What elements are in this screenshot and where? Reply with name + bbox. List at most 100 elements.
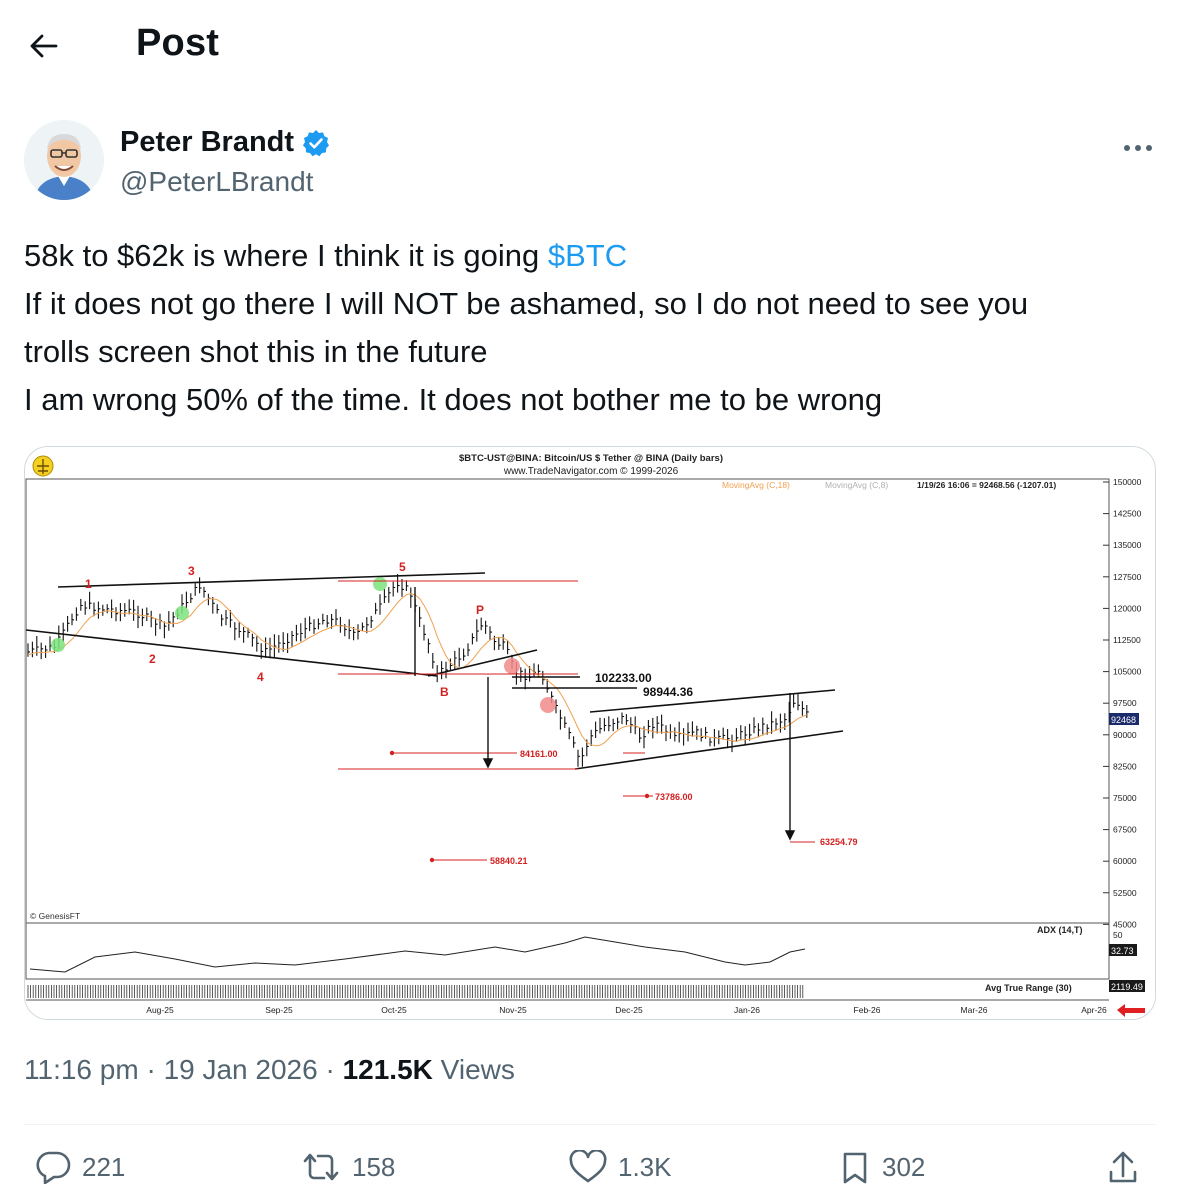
date-axis-label: Feb-26 (854, 1005, 881, 1015)
price-axis-label: 135000 (1113, 540, 1142, 550)
level-58840: 58840.21 (490, 856, 528, 866)
ma2-label: MovingAvg (C,8) (825, 480, 888, 490)
bookmark-count: 302 (882, 1151, 926, 1182)
sell-signal-dot (540, 697, 556, 713)
repost-count: 158 (352, 1151, 396, 1182)
heart-icon (569, 1150, 607, 1183)
price-axis-label: 60000 (1113, 856, 1137, 866)
bookmark-icon (843, 1152, 867, 1184)
price-axis-label: 142500 (1113, 509, 1142, 519)
meta-separator: · (138, 1054, 164, 1085)
price-axis-label: 45000 (1113, 919, 1137, 929)
like-count: 1.3K (618, 1151, 672, 1182)
views-count[interactable]: 121.5K (343, 1054, 433, 1085)
reply-icon (36, 1151, 71, 1184)
chart-image[interactable]: $BTC-UST@BINA: Bitcoin/US $ Tether @ BIN… (24, 446, 1156, 1020)
price-axis-label: 112500 (1113, 635, 1141, 645)
price-axis-label: 105000 (1113, 667, 1142, 677)
buy-signal-dot (373, 577, 387, 591)
adx-axis-label: 50 (1113, 930, 1123, 940)
price-axis-label: 52500 (1113, 888, 1137, 898)
bookmark-button[interactable]: 302 (838, 1150, 925, 1184)
chart-header-line-1: $BTC-UST@BINA: Bitcoin/US $ Tether @ BIN… (459, 453, 723, 464)
verified-badge-icon[interactable] (302, 129, 330, 157)
wave-label-2: 2 (149, 652, 156, 666)
adx-value-tag: 32.73 (1111, 946, 1134, 956)
date-axis-label: Jan-26 (734, 1005, 760, 1015)
avatar-image (24, 120, 104, 200)
tweet-text: 58k to $62k is where I think it is going… (24, 232, 1164, 424)
price-axis-label: 127500 (1113, 572, 1142, 582)
top-bar: Post (0, 0, 1190, 90)
level-102233: 102233.00 (595, 671, 652, 685)
tweet-line-1-text: 58k to $62k is where I think it is going (24, 238, 548, 273)
buy-signal-dot (51, 638, 65, 652)
ma1-label: MovingAvg (C,18) (722, 480, 790, 490)
chart-image-canvas: $BTC-UST@BINA: Bitcoin/US $ Tether @ BIN… (25, 447, 1155, 1019)
price-readout: 1/19/26 16:06 = 92468.56 (-1207.01) (917, 480, 1056, 490)
cashtag-link[interactable]: $BTC (548, 238, 627, 273)
price-axis-label: 120000 (1113, 603, 1142, 613)
date-axis-label: Oct-25 (381, 1005, 407, 1015)
share-icon (1109, 1151, 1137, 1183)
date-axis-label: Nov-25 (499, 1005, 527, 1015)
tweet-line-2: If it does not go there I will NOT be as… (24, 286, 1029, 321)
date-axis-label: Dec-25 (615, 1005, 643, 1015)
buy-signal-dot (175, 606, 189, 620)
level-84161: 84161.00 (520, 749, 558, 759)
page-title: Post (136, 22, 220, 64)
more-dots-icon (1124, 145, 1152, 151)
avatar[interactable] (24, 120, 104, 200)
atr-value-tag: 2119.49 (1111, 982, 1143, 992)
level-98944: 98944.36 (643, 685, 693, 699)
tweet-line-4: I am wrong 50% of the time. It does not … (24, 382, 883, 417)
post-time[interactable]: 11:16 pm (24, 1054, 139, 1085)
wave-label-1: 1 (85, 577, 92, 591)
handle[interactable]: @PeterLBrandt (120, 166, 313, 198)
like-button[interactable]: 1.3K (568, 1150, 672, 1184)
post-meta: 11:16 pm · 19 Jan 2026 · 121.5K Views (24, 1054, 515, 1086)
adx-label: ADX (14,T) (1037, 925, 1083, 935)
views-gap (433, 1054, 441, 1085)
tweet-line-3: trolls screen shot this in the future (24, 334, 488, 369)
date-axis-label: Mar-26 (961, 1005, 988, 1015)
views-label: Views (440, 1054, 515, 1085)
price-axis-label: 75000 (1113, 793, 1137, 803)
price-axis-label: 90000 (1113, 730, 1137, 740)
reply-button[interactable]: 221 (34, 1150, 125, 1184)
wave-label-p: P (476, 603, 484, 617)
name-row: Peter Brandt (120, 126, 330, 159)
more-options-button[interactable] (1118, 128, 1158, 168)
trade-navigator-logo-icon (32, 455, 54, 477)
wave-label-3: 3 (188, 564, 195, 578)
post-date[interactable]: 19 Jan 2026 (164, 1054, 318, 1085)
date-axis-label: Sep-25 (265, 1005, 293, 1015)
wave-label-5: 5 (399, 560, 406, 574)
last-price-tag: 92468 (1111, 715, 1136, 725)
action-bar: 221 158 1.3K 302 (24, 1150, 1164, 1184)
reply-count: 221 (82, 1151, 126, 1182)
wave-label-b: B (440, 685, 449, 699)
chart-watermark: © GenesisFT (30, 911, 80, 921)
display-name[interactable]: Peter Brandt (120, 126, 294, 159)
price-axis-label: 150000 (1113, 477, 1142, 487)
tweet-line-1: 58k to $62k is where I think it is going… (24, 232, 1164, 280)
level-73786: 73786.00 (655, 792, 693, 802)
price-axis: 150000 142500 135000 127500 120000 112500 1050… (1103, 477, 1142, 929)
wave-label-4: 4 (257, 670, 264, 684)
share-button[interactable] (1106, 1150, 1140, 1184)
arrow-left-icon (30, 34, 58, 58)
sell-signal-dot (504, 658, 520, 674)
level-63254: 63254.79 (820, 837, 858, 847)
date-axis: Aug-25 Sep-25 Oct-25 Nov-25 Dec-25 Jan-26 Feb-… (146, 1005, 1107, 1015)
chart-header-line-2: www.TradeNavigator.com © 1999-2026 (503, 466, 679, 477)
divider (24, 1124, 1156, 1125)
repost-icon (303, 1153, 339, 1181)
author-block: Peter Brandt @PeterLBrandt (24, 120, 1166, 204)
price-axis-label: 97500 (1113, 698, 1137, 708)
date-axis-label: Aug-25 (146, 1005, 174, 1015)
back-button[interactable] (22, 24, 66, 68)
date-axis-label: Apr-26 (1081, 1005, 1107, 1015)
repost-button[interactable]: 158 (300, 1150, 395, 1184)
price-axis-label: 82500 (1113, 761, 1137, 771)
